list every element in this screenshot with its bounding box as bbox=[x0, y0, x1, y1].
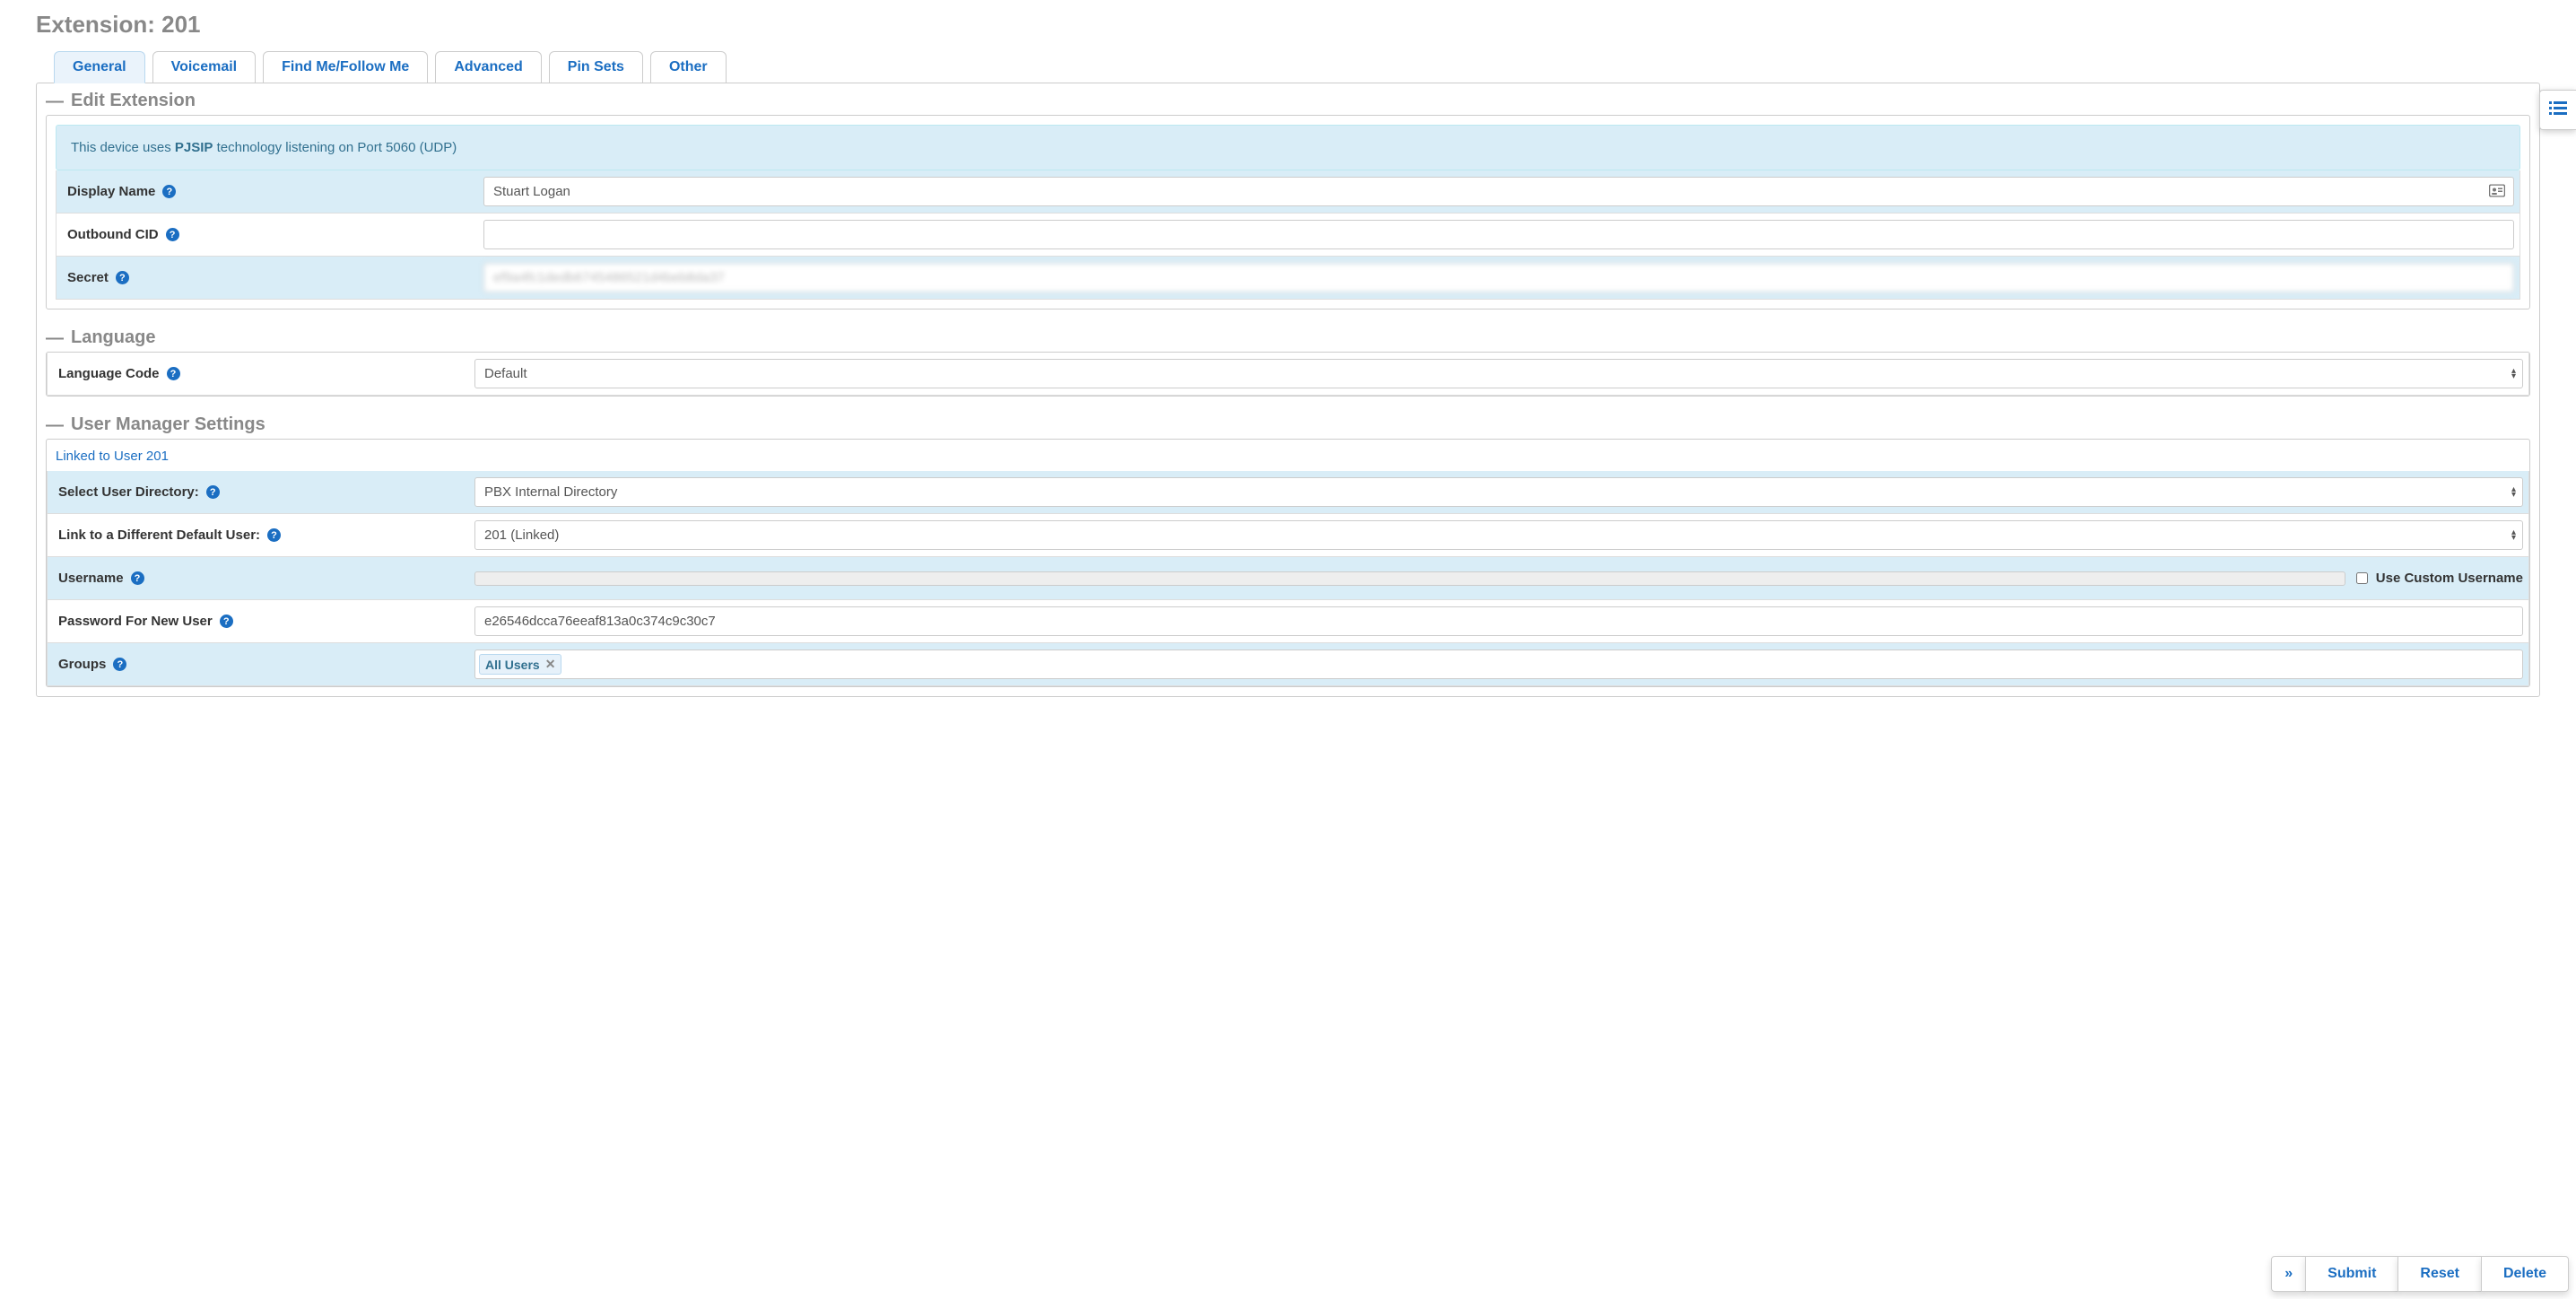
help-icon[interactable]: ? bbox=[206, 485, 220, 499]
tab-bar: General Voicemail Find Me/Follow Me Adva… bbox=[54, 51, 2540, 83]
expand-button[interactable]: » bbox=[2271, 1256, 2306, 1292]
username-label: Username bbox=[58, 571, 124, 586]
help-icon[interactable]: ? bbox=[116, 271, 129, 284]
section-user-manager[interactable]: — User Manager Settings bbox=[46, 414, 2530, 435]
section-language[interactable]: — Language bbox=[46, 327, 2530, 348]
user-directory-label: Select User Directory: bbox=[58, 484, 199, 500]
tab-other[interactable]: Other bbox=[650, 51, 727, 83]
display-name-label: Display Name bbox=[67, 184, 155, 199]
help-icon[interactable]: ? bbox=[162, 185, 176, 198]
pjsip-info: This device uses PJSIP technology listen… bbox=[56, 125, 2520, 170]
action-button-bar: » Submit Reset Delete bbox=[2272, 1256, 2569, 1292]
password-label: Password For New User bbox=[58, 614, 213, 629]
tab-advanced[interactable]: Advanced bbox=[435, 51, 541, 83]
linked-user-title[interactable]: Linked to User 201 bbox=[47, 440, 2529, 471]
outbound-cid-input[interactable] bbox=[483, 220, 2514, 249]
contact-card-icon[interactable] bbox=[2489, 184, 2505, 199]
group-tag: All Users ✕ bbox=[479, 654, 561, 675]
section-title: User Manager Settings bbox=[71, 414, 265, 435]
link-user-select[interactable]: 201 (Linked) ▴▾ bbox=[474, 520, 2523, 550]
help-icon[interactable]: ? bbox=[113, 658, 126, 671]
secret-label: Secret bbox=[67, 270, 109, 285]
outbound-cid-label: Outbound CID bbox=[67, 227, 159, 242]
display-name-input[interactable] bbox=[483, 177, 2514, 206]
chevron-updown-icon: ▴▾ bbox=[2511, 530, 2516, 541]
help-icon[interactable]: ? bbox=[167, 367, 180, 380]
list-icon bbox=[2549, 101, 2567, 116]
help-icon[interactable]: ? bbox=[267, 528, 281, 542]
side-list-toggle[interactable] bbox=[2539, 90, 2576, 130]
collapse-icon: — bbox=[46, 416, 64, 434]
edit-extension-panel: This device uses PJSIP technology listen… bbox=[46, 115, 2530, 309]
collapse-icon: — bbox=[46, 329, 64, 347]
groups-label: Groups bbox=[58, 657, 106, 672]
section-title: Language bbox=[71, 327, 155, 348]
remove-tag-icon[interactable]: ✕ bbox=[545, 657, 556, 672]
use-custom-username-checkbox[interactable] bbox=[2356, 572, 2368, 584]
username-input bbox=[474, 571, 2345, 586]
tab-pinsets[interactable]: Pin Sets bbox=[549, 51, 643, 83]
link-user-label: Link to a Different Default User: bbox=[58, 527, 260, 543]
secret-input[interactable]: ef9a4fc1dedb6745486521d4beb8da37 bbox=[483, 263, 2514, 292]
tab-content-general: — Edit Extension This device uses PJSIP … bbox=[36, 83, 2540, 697]
submit-button[interactable]: Submit bbox=[2305, 1256, 2398, 1292]
language-code-label: Language Code bbox=[58, 366, 160, 381]
chevron-updown-icon: ▴▾ bbox=[2511, 369, 2516, 379]
groups-multiselect[interactable]: All Users ✕ bbox=[474, 650, 2523, 679]
use-custom-username-toggle[interactable]: Use Custom Username bbox=[2353, 570, 2523, 587]
tab-findme[interactable]: Find Me/Follow Me bbox=[263, 51, 428, 83]
section-title: Edit Extension bbox=[71, 91, 196, 111]
user-directory-select[interactable]: PBX Internal Directory ▴▾ bbox=[474, 477, 2523, 507]
language-code-select[interactable]: Default ▴▾ bbox=[474, 359, 2523, 388]
reset-button[interactable]: Reset bbox=[2398, 1256, 2482, 1292]
password-input[interactable] bbox=[474, 606, 2523, 636]
help-icon[interactable]: ? bbox=[131, 571, 144, 585]
tab-general[interactable]: General bbox=[54, 51, 145, 83]
help-icon[interactable]: ? bbox=[166, 228, 179, 241]
page-title: Extension: 201 bbox=[36, 11, 2540, 39]
section-edit-extension[interactable]: — Edit Extension bbox=[46, 91, 2530, 111]
user-manager-panel: Linked to User 201 Select User Directory… bbox=[46, 439, 2530, 687]
chevron-updown-icon: ▴▾ bbox=[2511, 487, 2516, 498]
language-panel: Language Code ? Default ▴▾ bbox=[46, 352, 2530, 397]
delete-button[interactable]: Delete bbox=[2481, 1256, 2569, 1292]
help-icon[interactable]: ? bbox=[220, 615, 233, 628]
collapse-icon: — bbox=[46, 92, 64, 110]
tab-voicemail[interactable]: Voicemail bbox=[152, 51, 257, 83]
